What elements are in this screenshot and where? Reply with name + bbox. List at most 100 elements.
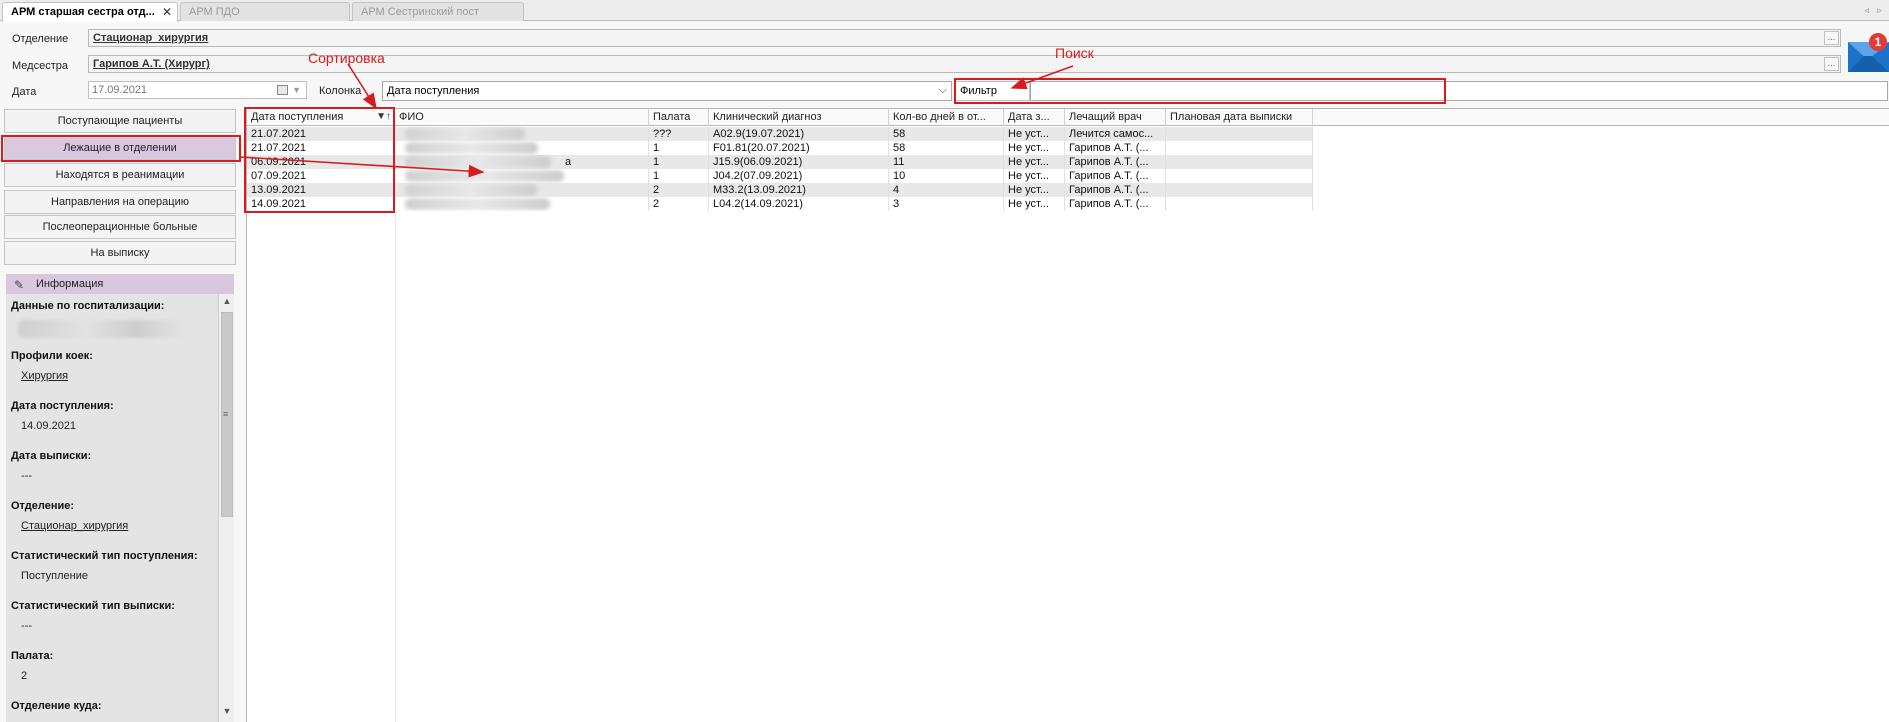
blurred-hospitalization-data <box>18 320 188 338</box>
annotation-sort-label: Сортировка <box>308 50 385 66</box>
column-header-planned-discharge[interactable]: Плановая дата выписки <box>1166 109 1313 126</box>
date-input[interactable]: 17.09.2021 ▼ <box>88 81 307 99</box>
table-row[interactable]: 07.09.2021 1 J04.2(07.09.2021) 10 Не уст... Г… <box>247 169 1313 183</box>
info-title-discharge-date: Дата выписки: <box>11 450 92 462</box>
chevron-down-icon[interactable]: ⌵ <box>939 84 947 97</box>
table-cell-ward: 1 <box>649 141 709 155</box>
mail-icon[interactable]: 1 <box>1846 28 1889 76</box>
blurred-patient-name <box>405 170 564 182</box>
table-cell-plan <box>1166 183 1313 197</box>
table-cell-date-z: Не уст... <box>1004 141 1065 155</box>
info-title-hospitalization: Данные по госпитализации: <box>11 300 165 312</box>
table-cell-ward: 1 <box>649 169 709 183</box>
blurred-patient-name <box>405 156 551 168</box>
info-value-ward: 2 <box>21 670 28 682</box>
table-cell-days: 58 <box>889 127 1004 141</box>
table-cell-date-z: Не уст... <box>1004 169 1065 183</box>
tab-pdo[interactable]: АРМ ПДО <box>180 2 350 21</box>
column-header-days[interactable]: Кол-во дней в от... <box>889 109 1004 126</box>
info-title-department: Отделение: <box>11 500 75 512</box>
column-header-filler <box>1313 109 1889 126</box>
info-title-target-department: Отделение куда: <box>11 700 102 712</box>
table-cell-plan <box>1166 155 1313 169</box>
nurse-value[interactable]: Гарипов А.Т. (Хирург) <box>93 58 210 70</box>
table-cell-date-z: Не уст... <box>1004 127 1065 141</box>
tab-label: АРМ Сестринский пост <box>361 6 479 18</box>
column-divider <box>395 126 396 722</box>
tab-bar: АРМ старшая сестра отд... ✕ АРМ ПДО АРМ … <box>0 0 1889 22</box>
info-value-bed-profiles[interactable]: Хирургия <box>21 370 68 382</box>
scrollbar-thumb[interactable]: ≡ <box>221 312 233 517</box>
blurred-patient-name <box>405 198 550 210</box>
patients-grid: Дата поступления ▼↑ ФИО Палата Клиническ… <box>246 108 1889 722</box>
info-title-ward: Палата: <box>11 650 54 662</box>
table-cell-doctor: Гарипов А.Т. (... <box>1065 155 1166 169</box>
column-header-doctor[interactable]: Лечащий врач <box>1065 109 1166 126</box>
table-row[interactable]: 21.07.2021??? A02.9(19.07.2021) 58 Не уст..… <box>247 127 1313 141</box>
info-title-bed-profiles: Профили коек: <box>11 350 93 362</box>
nav-in-icu[interactable]: Находятся в реанимации <box>4 163 236 187</box>
info-title-discharge-type: Статистический тип выписки: <box>11 600 175 612</box>
table-cell-doctor: Гарипов А.Т. (... <box>1065 141 1166 155</box>
department-field[interactable]: Стационар_хирургия ... <box>88 29 1841 47</box>
scroll-up-icon[interactable]: ▲ <box>221 296 233 310</box>
column-label: Колонка <box>319 85 362 97</box>
table-cell-ward: 2 <box>649 183 709 197</box>
table-cell-plan <box>1166 141 1313 155</box>
table-cell-doctor: Гарипов А.Т. (... <box>1065 183 1166 197</box>
table-cell-ward: 2 <box>649 197 709 211</box>
tab-scroll-arrows[interactable]: ◃ ▹ <box>1864 5 1885 16</box>
department-value[interactable]: Стационар_хирургия <box>93 32 208 44</box>
annotation-box-filter <box>954 78 1446 104</box>
annotation-search-label: Поиск <box>1055 45 1094 61</box>
column-header-ward[interactable]: Палата <box>649 109 709 126</box>
column-header-diagnosis[interactable]: Клинический диагноз <box>709 109 889 126</box>
info-panel-header[interactable]: ✎ Информация <box>6 274 234 294</box>
scroll-down-icon[interactable]: ▼ <box>221 706 233 720</box>
blurred-patient-name <box>405 142 538 154</box>
department-label: Отделение <box>12 33 69 45</box>
table-cell-diagnosis: L04.2(14.09.2021) <box>709 197 889 211</box>
table-row[interactable]: 21.07.2021 1 F01.81(20.07.2021) 58 Не уст...… <box>247 141 1313 155</box>
column-select-value: Дата поступления <box>387 85 480 97</box>
table-cell-diagnosis: J15.9(06.09.2021) <box>709 155 889 169</box>
info-title-admission-date: Дата поступления: <box>11 400 114 412</box>
table-cell-fio-suffix: а <box>395 155 649 169</box>
column-select[interactable]: Дата поступления ⌵ <box>382 81 952 101</box>
nurse-label: Медсестра <box>12 60 68 72</box>
info-value-discharge-type: --- <box>21 620 32 632</box>
nav-postoperative[interactable]: Послеоперационные больные <box>4 215 236 239</box>
nav-discharge[interactable]: На выписку <box>4 241 236 265</box>
table-cell-doctor: Гарипов А.Т. (... <box>1065 169 1166 183</box>
nav-surgery-referrals[interactable]: Направления на операцию <box>4 190 236 214</box>
calendar-icon[interactable] <box>277 85 288 95</box>
table-row[interactable]: 13.09.2021 2 M33.2(13.09.2021) 4 Не уст... Га… <box>247 183 1313 197</box>
annotation-box-selected-nav <box>1 135 241 162</box>
column-header-date-z[interactable]: Дата з... <box>1004 109 1065 126</box>
table-cell-date-z: Не уст... <box>1004 183 1065 197</box>
table-cell-days: 58 <box>889 141 1004 155</box>
table-row[interactable]: 14.09.2021 2 L04.2(14.09.2021) 3 Не уст... Га… <box>247 197 1313 211</box>
tab-nurse-post[interactable]: АРМ Сестринский пост <box>352 2 524 21</box>
close-icon[interactable]: ✕ <box>162 5 172 19</box>
chevron-down-icon[interactable]: ▼ <box>292 85 301 95</box>
table-cell-fio-suffix <box>395 127 649 141</box>
table-cell-diagnosis: J04.2(07.09.2021) <box>709 169 889 183</box>
table-cell-fio-suffix <box>395 183 649 197</box>
info-scrollbar[interactable]: ▲ ≡ ▼ <box>218 294 234 722</box>
date-label: Дата <box>12 86 37 98</box>
table-cell-fio-suffix <box>395 169 649 183</box>
patient-name-visible-part: а <box>565 156 572 168</box>
department-lookup-button[interactable]: ... <box>1824 31 1839 45</box>
column-header-fio[interactable]: ФИО <box>395 109 649 126</box>
table-cell-plan <box>1166 127 1313 141</box>
nurse-lookup-button[interactable]: ... <box>1824 57 1839 71</box>
table-row[interactable]: 06.09.2021 а 1 J15.9(06.09.2021) 11 Не уст...… <box>247 155 1313 169</box>
nav-incoming-patients[interactable]: Поступающие пациенты <box>4 109 236 133</box>
blurred-patient-name <box>405 128 525 140</box>
info-panel: Данные по госпитализации: Профили коек: … <box>6 294 218 722</box>
table-cell-doctor: Лечится самос... <box>1065 127 1166 141</box>
info-title-admission-type: Статистический тип поступления: <box>11 550 198 562</box>
info-value-department[interactable]: Стационар_хирургия <box>21 520 128 532</box>
tab-senior-nurse[interactable]: АРМ старшая сестра отд... ✕ <box>2 2 178 22</box>
